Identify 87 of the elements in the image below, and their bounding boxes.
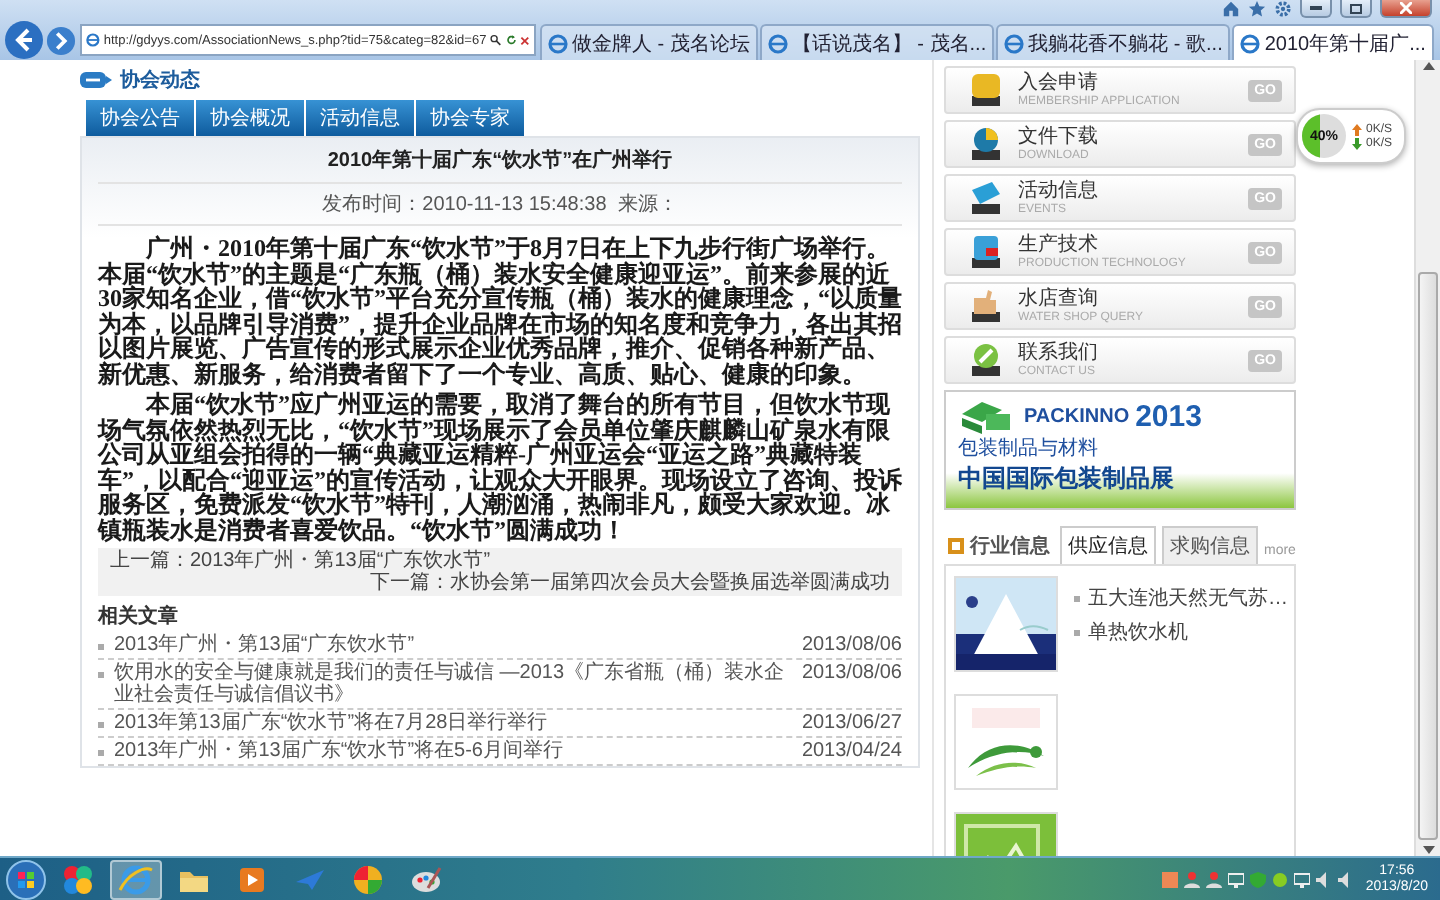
taskbar-button[interactable] [110, 859, 162, 899]
section-title: 协会动态 [120, 67, 200, 93]
article-title: 2010年第十届广东“饮水节”在广州举行 [98, 138, 902, 184]
bullet-icon [1074, 595, 1080, 601]
contact-icon [966, 340, 1006, 380]
section-tab[interactable]: 协会专家 [416, 100, 526, 136]
info-tab[interactable]: 求购信息 [1162, 526, 1258, 564]
related-heading: 相关文章 [98, 602, 180, 630]
close-button[interactable] [1380, 0, 1432, 18]
browser-tab[interactable]: 我躺花香不躺花 - 歌... [996, 24, 1231, 60]
heading-square-icon [948, 538, 964, 554]
start-button[interactable] [6, 859, 46, 899]
upload-arrow-icon [1352, 123, 1362, 135]
forward-icon[interactable] [46, 25, 76, 55]
menu-title: 文件下载 [1018, 127, 1100, 147]
related-date: 2013/08/06 [801, 634, 902, 656]
stop-icon[interactable] [520, 33, 531, 47]
related-date: 2013/08/06 [801, 662, 902, 684]
related-date: 2013/04/24 [801, 740, 902, 762]
member-icon [966, 70, 1006, 110]
maximize-icon [1350, 3, 1362, 13]
section-tab[interactable]: 协会概况 [196, 100, 306, 136]
menu-title: 活动信息 [1018, 181, 1100, 201]
bullet-icon [98, 672, 104, 678]
bullet-icon [98, 644, 104, 650]
page-icon [548, 33, 568, 53]
info-link[interactable]: 单热饮水机 [1088, 618, 1188, 646]
info-link[interactable]: 五大连池天然无气苏… [1088, 584, 1288, 612]
minimize-icon [1310, 6, 1322, 10]
section-tab[interactable]: 活动信息 [306, 100, 416, 136]
close-icon [1400, 2, 1412, 14]
page-icon [767, 33, 788, 53]
settings-icon[interactable] [1274, 0, 1292, 18]
banner-year: 2013 [1135, 399, 1202, 433]
page-icon [1004, 33, 1025, 53]
media-icon [60, 861, 96, 897]
menu-title: 入会申请 [1018, 73, 1100, 93]
ie-icon [118, 861, 154, 897]
shop-icon [966, 286, 1006, 326]
info-tab[interactable]: 供应信息 [1060, 526, 1156, 564]
browser-tab[interactable]: 做金牌人 - 茂名论坛 [540, 24, 758, 60]
related-link[interactable]: 2013年广州・第13届广东“饮水节”将在5-6月间举行 [114, 740, 792, 762]
home-icon[interactable] [1222, 0, 1240, 18]
page-icon [1240, 33, 1261, 53]
search-icon[interactable] [490, 32, 502, 48]
related-date: 2013/06/27 [801, 712, 902, 734]
section-badge-icon [80, 71, 112, 87]
banner-tagline: 包装制品与材料 [958, 435, 1100, 462]
minimize-button[interactable] [1300, 0, 1332, 18]
related-link[interactable]: 饮用水的安全与健康就是我们的责任与诚信 —2013《广东省瓶（桶）装水企业社会责任与诚信倡议书》 [114, 662, 792, 706]
scroll-thumb[interactable] [1418, 272, 1438, 840]
network-icon[interactable] [1293, 871, 1310, 887]
page-icon [86, 30, 100, 50]
maximize-button[interactable] [1340, 0, 1372, 18]
person-icon[interactable] [1205, 871, 1222, 887]
scrollbar[interactable] [1414, 60, 1440, 856]
menu-title: 生产技术 [1018, 235, 1100, 255]
menu-title: 联系我们 [1018, 343, 1100, 363]
section-tab[interactable]: 协会公告 [86, 100, 196, 136]
menu-title: 水店查询 [1018, 289, 1100, 309]
events-icon [966, 178, 1006, 218]
refresh-icon[interactable] [505, 32, 517, 48]
download-icon [966, 124, 1006, 164]
banner-headline: 中国国际包装制品展 [958, 462, 1176, 496]
download-arrow-icon [1352, 137, 1362, 149]
ball-icon [350, 861, 386, 897]
browser-tab[interactable]: 【话说茂名】 - 茂名... [759, 24, 995, 60]
article-meta: 发布时间：2010-11-13 15:48:38 来源： [98, 184, 902, 226]
brand-name: PACKINNO [1024, 405, 1130, 427]
article-paragraph: 广州・2010年第十届广东“饮水节”于8月7日在上下九步行街广场举行。本届“饮水节”的主题是“广东瓶（桶）装水安全健康迎亚运”。前来参展的近30家知名企业，借“饮水节”平台充分宣传瓶（桶）装水的健康理念，“以质量为本，以品牌引导消费”，提升企业品牌在市场的知名度和竞争力，各出其招以图片展览、广告宣传的形式展示企业优秀品牌，推介、促销各种新产品、新优惠、新服务，给消费者留下了一个专业、高质、贴心、健康的印象。 [98, 236, 902, 386]
tech-icon [966, 232, 1006, 272]
browser-tab[interactable]: 2010年第十届广... [1232, 24, 1434, 60]
network-icon[interactable] [1227, 871, 1244, 887]
related-link[interactable]: 2013年第13届广东“饮水节”将在7月28日举行举行 [114, 712, 792, 734]
related-link[interactable]: 2013年广州・第13届“广东饮水节” [114, 634, 792, 656]
favorites-star-icon[interactable] [1248, 0, 1266, 18]
article-paragraph: 本届“饮水节”应广州亚运的需要，取消了舞台的所有节目，但饮水节现场气氛依然热烈无比，“饮水节”现场展示了会员单位肇庆麒麟山矿泉水有限公司从亚组会拍得的一辆“典藏亚运精粹-广州亚运会“亚运之路”典藏特装车”，以配合“迎亚运”的宣传活动，让观众大开眼界。现场设立了咨询、投诉服务区，免费派发“饮水节”特刊，人潮汹涌，热闹非凡，颇受大家欢迎。冰镇瓶装水是消费者喜爱饮品。“饮水节”圆满成功！ [98, 392, 902, 542]
previous-link[interactable]: 上一篇：2013年广州・第13届“广东饮水节” [110, 550, 890, 572]
ad-banner[interactable]: PACKINNO 2013 包装制品与材料 中国国际包装制品展 [944, 390, 1296, 510]
bullet-icon [98, 722, 104, 728]
next-link[interactable]: 下一篇：水协会第一届第四次会员大会暨换届选举圆满成功 [370, 572, 890, 594]
bullet-icon [98, 750, 104, 756]
back-icon[interactable] [4, 20, 44, 60]
person-icon[interactable] [1183, 871, 1200, 887]
bullet-icon [1074, 629, 1080, 635]
info-heading: 行业信息 [970, 533, 1050, 560]
circle-icon[interactable] [1271, 871, 1288, 887]
